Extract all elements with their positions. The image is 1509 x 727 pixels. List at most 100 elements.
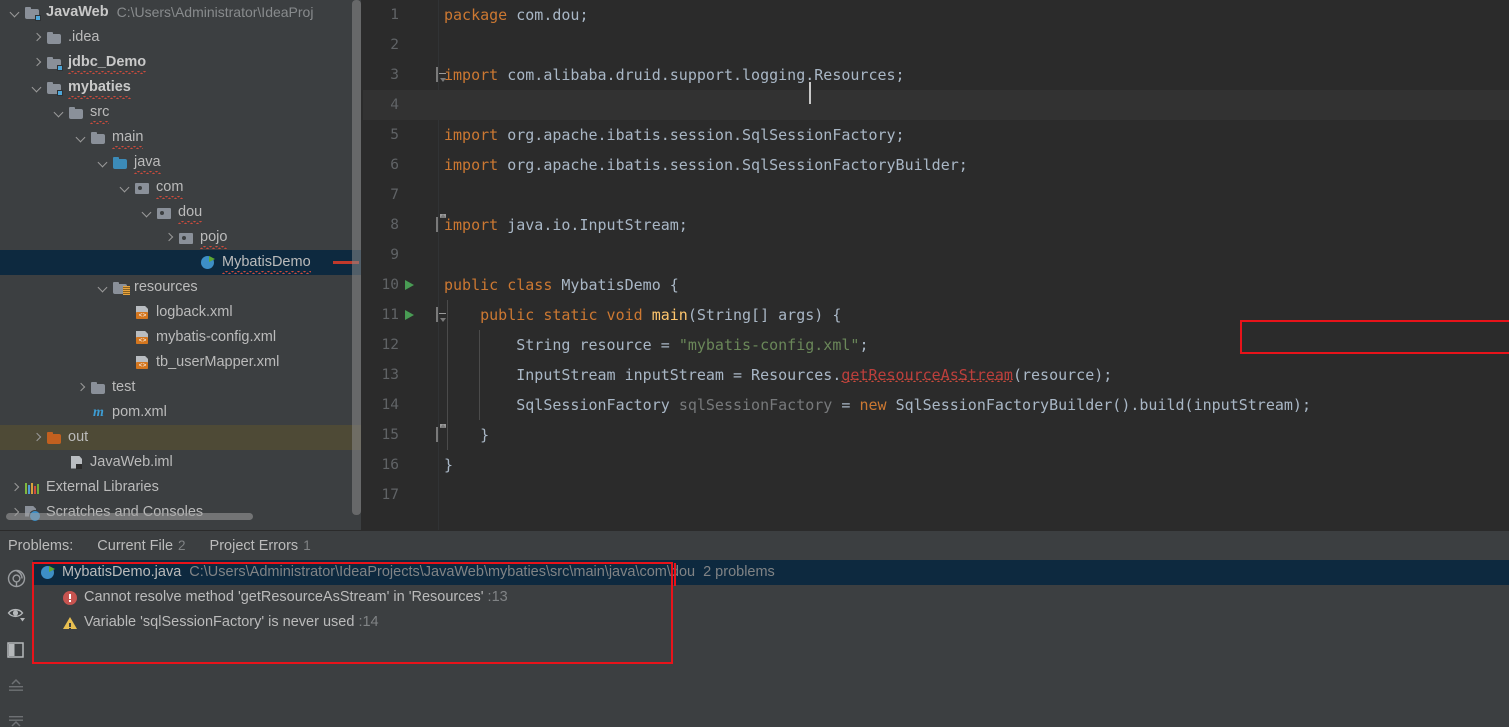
code-fold-bottom-icon[interactable]	[431, 427, 443, 442]
tree-item-pom-xml[interactable]: m pom.xml	[0, 400, 363, 425]
tree-item-tb-usermapper-xml[interactable]: <> tb_userMapper.xml	[0, 350, 363, 375]
xml-file-icon: <>	[134, 305, 151, 321]
chevron-down-icon[interactable]	[140, 206, 154, 220]
chevron-down-icon[interactable]	[96, 281, 110, 295]
tree-item-dou[interactable]: dou	[0, 200, 363, 225]
no-toggle-spacer	[118, 331, 132, 345]
tree-item-javaweb[interactable]: JavaWeb C:\Users\Administrator\IdeaProj	[0, 0, 363, 25]
code-token: main	[651, 306, 688, 324]
code-line[interactable]: 15 }	[363, 420, 1509, 450]
xml-file-icon: <>	[134, 355, 151, 371]
error-icon	[63, 590, 77, 605]
code-line[interactable]: 12 String resource = "mybatis-config.xml…	[363, 330, 1509, 360]
tab-project-errors-label: Project Errors	[209, 538, 299, 554]
code-line[interactable]: 1 package com.dou;	[363, 0, 1509, 30]
problems-header: Problems: Current File 2 Project Errors …	[0, 532, 1509, 562]
tree-item-label: JavaWeb	[46, 4, 109, 20]
code-line[interactable]: 13 InputStream inputStream = Resources.g…	[363, 360, 1509, 390]
tree-item-mybaties[interactable]: mybaties	[0, 75, 363, 100]
module-badge	[35, 14, 41, 21]
xml-file-icon: <>	[134, 330, 151, 346]
problems-list[interactable]: MybatisDemo.java C:\Users\Administrator\…	[33, 560, 1509, 727]
code-line[interactable]: 17	[363, 480, 1509, 510]
tree-item-java[interactable]: java	[0, 150, 363, 175]
tree-item-test[interactable]: test	[0, 375, 363, 400]
problem-line: :14	[358, 614, 379, 630]
tree-item-javaweb-iml[interactable]: JavaWeb.iml	[0, 450, 363, 475]
panel-top-border	[0, 530, 1509, 531]
chevron-down-icon[interactable]	[8, 6, 22, 20]
code-line[interactable]: 2	[363, 30, 1509, 60]
code-line[interactable]: 6 import org.apache.ibatis.session.SqlSes…	[363, 150, 1509, 180]
line-number: 9	[390, 247, 399, 263]
inspections-icon[interactable]	[0, 560, 33, 596]
tree-item--idea[interactable]: .idea	[0, 25, 363, 50]
chevron-right-icon[interactable]	[30, 31, 44, 45]
chevron-right-icon[interactable]	[30, 431, 44, 445]
chevron-right-icon[interactable]	[8, 481, 22, 495]
code-editor[interactable]: 1 package com.dou; 2 3 import com.alibaba.dr…	[363, 0, 1509, 530]
project-tree-vertical-scrollbar[interactable]	[352, 0, 361, 515]
chevron-down-icon[interactable]	[74, 131, 88, 145]
no-toggle-spacer	[52, 456, 66, 470]
chevron-right-icon[interactable]	[162, 231, 176, 245]
tab-current-file[interactable]: Current File 2	[93, 532, 190, 562]
chevron-down-icon[interactable]	[96, 156, 110, 170]
code-fold-top-icon[interactable]	[431, 67, 443, 82]
chevron-down-icon[interactable]	[52, 106, 66, 120]
run-gutter-icon[interactable]	[405, 280, 414, 290]
code-line[interactable]: 14 SqlSessionFactory sqlSessionFactory =…	[363, 390, 1509, 420]
folder-excluded-icon	[46, 430, 63, 446]
code-line[interactable]: 7	[363, 180, 1509, 210]
code-line[interactable]: 8 import java.io.InputStream;	[363, 210, 1509, 240]
chevron-right-icon[interactable]	[74, 381, 88, 395]
code-lines[interactable]: 1 package com.dou; 2 3 import com.alibaba.dr…	[363, 0, 1509, 510]
tree-item-pojo[interactable]: pojo	[0, 225, 363, 250]
project-root-path: C:\Users\Administrator\IdeaProj	[116, 4, 314, 20]
tree-item-mybatisdemo[interactable]: MybatisDemo	[0, 250, 363, 275]
problems-side-toolbar[interactable]	[0, 560, 33, 727]
tree-item-jdbc-demo[interactable]: jdbc_Demo	[0, 50, 363, 75]
libraries-icon	[24, 480, 41, 496]
code-line[interactable]: 3 import com.alibaba.druid.support.loggin…	[363, 60, 1509, 90]
problem-row-error[interactable]: Cannot resolve method 'getResourceAsStre…	[33, 585, 1509, 610]
code-line[interactable]: 10 public class MybatisDemo {	[363, 270, 1509, 300]
code-line[interactable]: 4	[363, 90, 1509, 120]
collapse-all-icon[interactable]	[0, 704, 33, 727]
tree-item-logback-xml[interactable]: <> logback.xml	[0, 300, 363, 325]
chevron-right-icon[interactable]	[30, 56, 44, 70]
code-line[interactable]: 16}	[363, 450, 1509, 480]
code-line[interactable]: 11 public static void main(String[] args…	[363, 300, 1509, 330]
tree-item-external-libraries[interactable]: External Libraries	[0, 475, 363, 500]
project-tree-rows[interactable]: JavaWeb C:\Users\Administrator\IdeaProj .i…	[0, 0, 363, 525]
expand-all-icon[interactable]	[0, 668, 33, 704]
toggle-split-icon[interactable]	[0, 632, 33, 668]
preview-icon[interactable]	[0, 596, 33, 632]
tree-item-com[interactable]: com	[0, 175, 363, 200]
tree-item-resources[interactable]: resources	[0, 275, 363, 300]
code-token: (resource);	[1012, 366, 1113, 384]
chevron-down-icon[interactable]	[30, 81, 44, 95]
code-token: sqlSessionFactory	[678, 396, 833, 414]
code-token: {	[669, 276, 679, 294]
tree-item-src[interactable]: src	[0, 100, 363, 125]
project-tree-panel[interactable]: JavaWeb C:\Users\Administrator\IdeaProj .i…	[0, 0, 363, 530]
code-text: }	[444, 450, 453, 480]
tree-item-mybatis-config-xml[interactable]: <> mybatis-config.xml	[0, 325, 363, 350]
line-number: 4	[390, 97, 399, 113]
run-gutter-icon[interactable]	[405, 310, 414, 320]
problems-tool-window[interactable]: Problems: Current File 2 Project Errors …	[0, 530, 1509, 727]
code-text: public static void main(String[] args) {	[444, 300, 841, 330]
code-line[interactable]: 9	[363, 240, 1509, 270]
code-fold-bottom-icon[interactable]	[431, 217, 443, 232]
code-line[interactable]: 5 import org.apache.ibatis.session.SqlSes…	[363, 120, 1509, 150]
tab-project-errors[interactable]: Project Errors 1	[210, 532, 311, 560]
project-tree-horizontal-scrollbar[interactable]	[6, 513, 253, 520]
chevron-down-icon[interactable]	[118, 181, 132, 195]
problems-file-row[interactable]: MybatisDemo.java C:\Users\Administrator\…	[33, 560, 1509, 585]
code-fold-top-icon[interactable]	[431, 307, 443, 322]
tree-item-label: JavaWeb.iml	[90, 454, 173, 470]
problem-row-warning[interactable]: Variable 'sqlSessionFactory' is never us…	[33, 610, 1509, 635]
tree-item-out[interactable]: out	[0, 425, 363, 450]
tree-item-main[interactable]: main	[0, 125, 363, 150]
